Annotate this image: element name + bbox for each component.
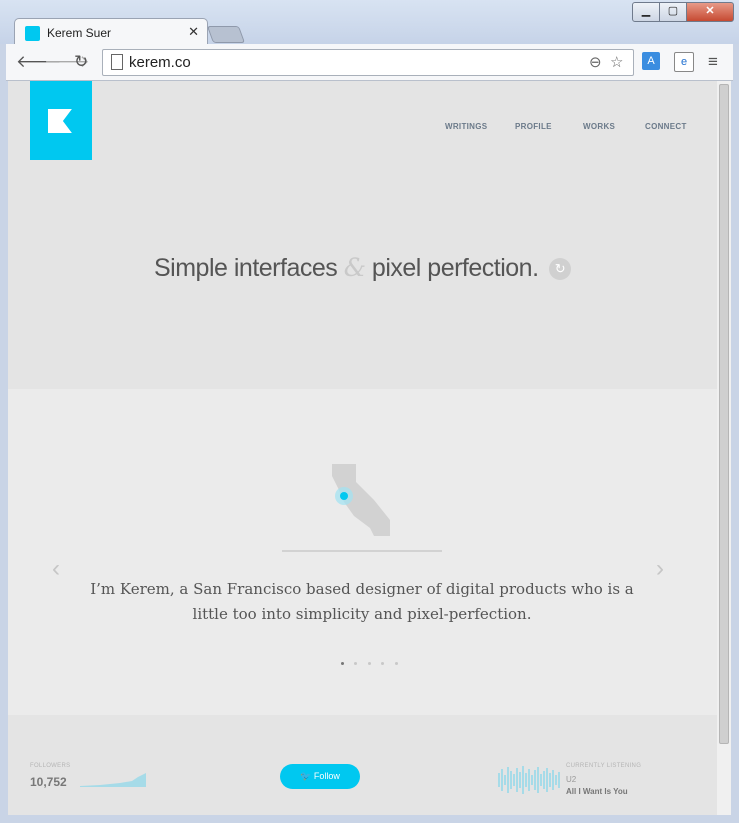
reload-icon[interactable]: ↻ [74, 52, 88, 72]
hero-ampersand: & [343, 253, 366, 282]
new-tab-button[interactable] [206, 26, 246, 43]
address-bar[interactable]: kerem.co ⊖ ☆ [102, 49, 634, 76]
carousel-dots [341, 652, 404, 670]
nav-works[interactable]: WORKS [583, 122, 615, 131]
hero-heading: Simple interfaces & pixel perfection. ↻ [8, 253, 717, 283]
nav-connect[interactable]: CONNECT [645, 122, 687, 131]
browser-toolbar: 🡐 🡒 ↻ kerem.co ⊖ ☆ A e ≡ [6, 44, 733, 81]
window-close-button[interactable]: ✕ [686, 2, 734, 22]
minimize-button[interactable]: ▁ [632, 2, 660, 22]
follow-label: Follow [313, 771, 340, 781]
carousel-prev-icon[interactable]: ‹ [52, 555, 60, 583]
carousel-dot[interactable] [341, 662, 344, 665]
ie-tab-extension-icon[interactable]: e [674, 52, 694, 72]
track-title: All I Want Is You [566, 787, 628, 796]
carousel-dot[interactable] [381, 662, 385, 665]
title-bar: Kerem Suer ✕ ▁ ▢ ✕ [0, 0, 739, 47]
followers-label: FOLLOWERS [30, 763, 71, 769]
zoom-icon[interactable]: ⊖ [589, 53, 602, 71]
bio-text: I’m Kerem, a San Francisco based designe… [90, 580, 634, 623]
url-text: kerem.co [129, 54, 191, 71]
menu-icon[interactable]: ≡ [708, 52, 718, 72]
twitter-follow-button[interactable]: 🐦 Follow [280, 764, 360, 789]
k-logo-icon [48, 109, 72, 133]
nav-profile[interactable]: PROFILE [515, 122, 552, 131]
followers-sparkline [80, 773, 146, 787]
scrollbar-thumb[interactable] [719, 84, 729, 744]
tab-title: Kerem Suer [47, 26, 112, 40]
translate-extension-icon[interactable]: A [642, 52, 660, 70]
track-artist: U2 [566, 775, 577, 784]
carousel-dot[interactable] [354, 662, 358, 665]
browser-tab[interactable]: Kerem Suer ✕ [14, 18, 208, 47]
web-page: WRITINGS PROFILE WORKS CONNECT Simple in… [8, 81, 717, 815]
carousel-dot[interactable] [394, 662, 398, 665]
refresh-icon[interactable]: ↻ [548, 258, 571, 281]
listening-label: CURRENTLY LISTENING [566, 763, 642, 769]
carousel-next-icon[interactable]: › [656, 555, 664, 583]
carousel-dot[interactable] [367, 662, 371, 665]
hero-text-2: pixel perfection. [371, 254, 539, 282]
maximize-button[interactable]: ▢ [659, 2, 687, 22]
twitter-bird-icon: 🐦 [300, 771, 312, 781]
site-logo[interactable] [30, 81, 92, 160]
page-icon [111, 54, 123, 70]
browser-window: Kerem Suer ✕ ▁ ▢ ✕ 🡐 🡒 ↻ kerem.co ⊖ ☆ A … [0, 0, 739, 823]
scrollbar[interactable] [717, 81, 731, 815]
close-tab-icon[interactable]: ✕ [188, 24, 199, 40]
bookmark-star-icon[interactable]: ☆ [610, 53, 623, 71]
followers-count: 10,752 [30, 775, 67, 789]
california-map-icon [332, 464, 390, 536]
hero-text-1: Simple interfaces [154, 254, 338, 282]
nav-writings[interactable]: WRITINGS [445, 122, 487, 131]
favicon-icon [25, 26, 40, 41]
audio-waveform-icon [498, 766, 560, 794]
map-divider [282, 550, 442, 552]
